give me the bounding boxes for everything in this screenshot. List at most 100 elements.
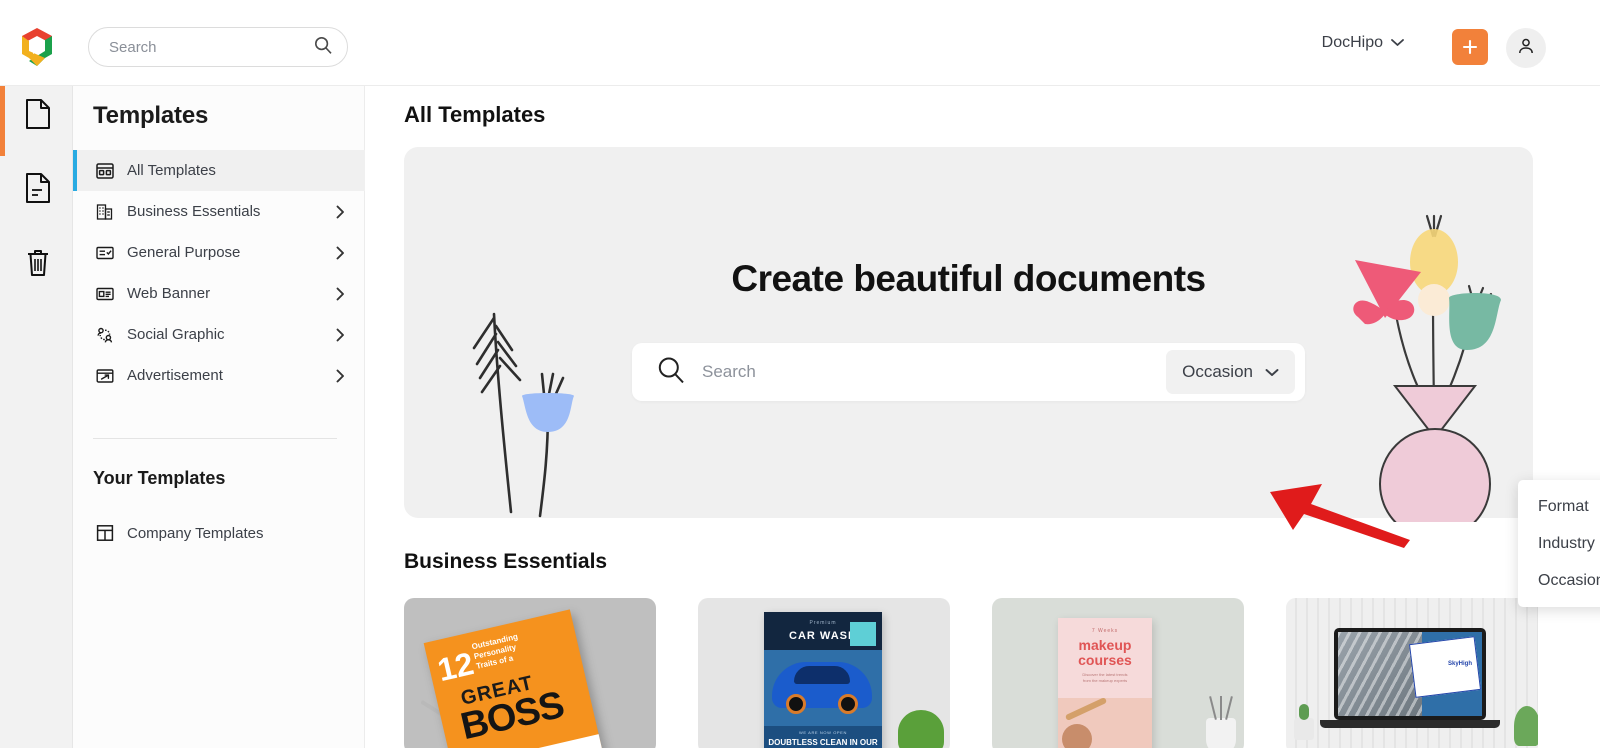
rail-active-accent: [0, 86, 5, 156]
flyer-tagline-small: WE ARE NOW OPEN: [799, 730, 847, 735]
sidebar-item-label: All Templates: [127, 162, 216, 179]
sidebar-divider: [93, 438, 337, 439]
chevron-right-icon: [333, 205, 347, 219]
car-wash-flyer-art: Premium CAR WASH WE ARE NOW OPEN DOUBTLE…: [764, 612, 882, 748]
flyer-number: 12: [434, 645, 477, 689]
flyer-tagline: DOUBTLESS CLEAN IN OUR CAR WASH SERVICES: [768, 738, 878, 747]
your-templates-heading: Your Templates: [93, 468, 226, 488]
filter-dropdown-menu: Format Industry Occasion: [1518, 480, 1600, 607]
car-wheel-right: [838, 694, 858, 714]
top-search-input[interactable]: [109, 38, 313, 56]
car-window: [794, 666, 850, 684]
plant-decoration: [898, 710, 944, 748]
sidebar-title: Templates: [93, 102, 209, 129]
chevron-down-icon: [1265, 362, 1279, 382]
template-card-grid: 12 Outstanding Personality Traits of a G…: [404, 598, 1538, 748]
main-content: All Templates Create beautiful documents…: [365, 86, 1600, 748]
sidebar-item-general-purpose[interactable]: General Purpose: [73, 232, 365, 273]
document-icon: [24, 98, 52, 135]
sidebar-nav: All Templates Business Essentials Genera…: [73, 150, 365, 396]
company-layout-icon: [95, 523, 115, 543]
makeup-flyer-art: 7 Weeks makeup courses Discover the late…: [1058, 618, 1152, 748]
filter-option-occasion[interactable]: Occasion: [1518, 562, 1600, 599]
top-search-box[interactable]: [88, 27, 348, 67]
template-card-laptop-presentation[interactable]: SkyHigh: [1286, 598, 1538, 748]
hero-search-box[interactable]: Occasion: [632, 343, 1305, 401]
rail-item-my-documents[interactable]: [20, 172, 56, 208]
filter-dropdown-toggle[interactable]: Occasion: [1166, 350, 1295, 394]
template-card-great-boss[interactable]: 12 Outstanding Personality Traits of a G…: [404, 598, 656, 748]
filter-option-format[interactable]: Format: [1518, 488, 1600, 525]
leaf-decoration: [1514, 706, 1538, 746]
rail-item-documents[interactable]: [20, 98, 56, 134]
company-templates-label: Company Templates: [127, 524, 264, 542]
grid-layout-icon: [95, 161, 115, 181]
rail-item-trash[interactable]: [20, 246, 56, 282]
sidebar-item-advertisement[interactable]: Advertisement: [73, 355, 365, 396]
search-icon: [313, 35, 333, 60]
web-banner-icon: [95, 284, 115, 304]
car-illustration: [772, 662, 872, 714]
great-boss-flyer-art: 12 Outstanding Personality Traits of a G…: [423, 609, 611, 748]
account-menu[interactable]: DocHipo: [1322, 34, 1404, 52]
sidebar-item-label: Advertisement: [127, 367, 223, 384]
laptop-illustration: SkyHigh: [1334, 628, 1486, 720]
chevron-right-icon: [333, 328, 347, 342]
section-title-business-essentials: Business Essentials: [404, 550, 608, 573]
dochipo-app-window: DocHipo: [0, 0, 1600, 748]
chevron-right-icon: [333, 287, 347, 301]
sidebar-item-label: Web Banner: [127, 285, 211, 302]
sidebar-item-social-graphic[interactable]: Social Graphic: [73, 314, 365, 355]
flyer-subtitle: Discover the latest trends from the make…: [1082, 672, 1128, 683]
flyer-header: Premium CAR WASH: [764, 612, 882, 650]
laptop-base: [1320, 720, 1500, 728]
trash-icon: [24, 246, 52, 283]
hero-banner: Create beautiful documents Occasion: [404, 147, 1533, 540]
powder-illustration: [1062, 724, 1092, 748]
sidebar-item-all-templates[interactable]: All Templates: [73, 150, 365, 191]
document-text-icon: [24, 172, 52, 209]
templates-sidebar: Templates All Templates Business Essenti…: [73, 86, 365, 748]
flyer-title: makeup courses: [1078, 637, 1132, 668]
decorative-flowers-right: [1333, 202, 1523, 540]
brush-illustration: [1064, 696, 1108, 722]
filter-option-label: Format: [1538, 497, 1589, 515]
template-card-makeup-courses[interactable]: 7 Weeks makeup courses Discover the late…: [992, 598, 1244, 748]
user-avatar-button[interactable]: [1506, 28, 1546, 68]
create-new-button[interactable]: [1452, 29, 1488, 65]
user-icon: [1516, 36, 1536, 61]
sidebar-item-business-essentials[interactable]: Business Essentials: [73, 191, 365, 232]
template-card-car-wash[interactable]: Premium CAR WASH WE ARE NOW OPEN DOUBTLE…: [698, 598, 950, 748]
decorative-flowers-left: [444, 304, 594, 524]
sidebar-item-label: Business Essentials: [127, 203, 261, 220]
search-icon: [656, 355, 686, 390]
sidebar-item-label: General Purpose: [127, 244, 241, 261]
chevron-down-icon: [1391, 34, 1404, 52]
advertisement-icon: [95, 366, 115, 386]
brand-label: SkyHigh: [1447, 660, 1472, 667]
sidebar-item-company-templates[interactable]: Company Templates: [73, 513, 365, 553]
checklist-icon: [95, 243, 115, 263]
dochipo-logo[interactable]: [14, 24, 60, 70]
filter-option-industry[interactable]: Industry: [1518, 525, 1600, 562]
plus-icon: [1460, 37, 1480, 57]
car-wheel-left: [786, 694, 806, 714]
chevron-right-icon: [333, 369, 347, 383]
sidebar-item-web-banner[interactable]: Web Banner: [73, 273, 365, 314]
building-icon: [95, 202, 115, 222]
stick: [1225, 696, 1233, 720]
filter-option-label: Occasion: [1538, 571, 1600, 589]
icon-rail: [0, 86, 73, 748]
laptop-screen: SkyHigh: [1338, 632, 1482, 716]
flyer-photo-area: [1058, 696, 1152, 748]
flyer-car-area: [764, 650, 882, 728]
page-title: All Templates: [404, 102, 546, 127]
filter-option-label: Industry: [1538, 534, 1595, 552]
account-label: DocHipo: [1321, 34, 1383, 51]
flyer-subtitle: Outstanding Personality Traits of a: [470, 631, 519, 671]
cactus-decoration: [1294, 704, 1314, 740]
vase-decoration: [1206, 696, 1236, 748]
flyer-footer: WE ARE NOW OPEN DOUBTLESS CLEAN IN OUR C…: [764, 726, 882, 748]
filter-selected-label: Occasion: [1182, 362, 1253, 381]
top-bar: DocHipo: [0, 0, 1600, 86]
